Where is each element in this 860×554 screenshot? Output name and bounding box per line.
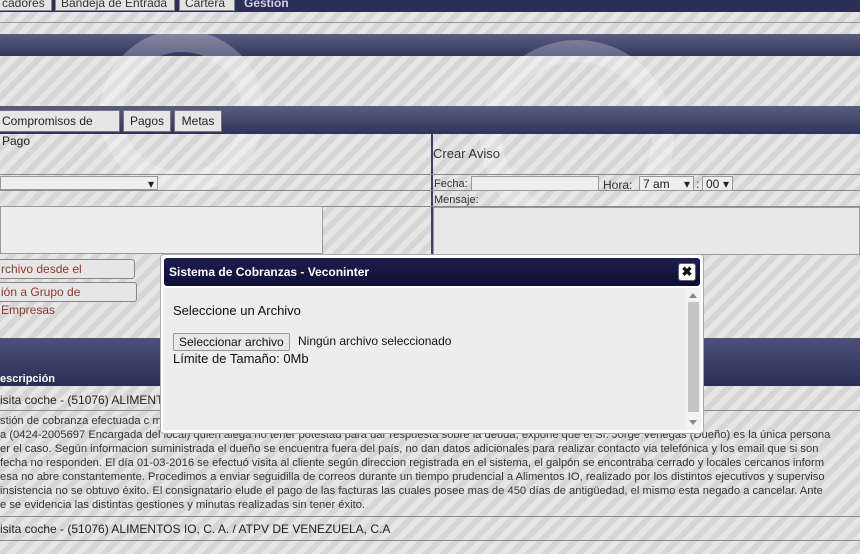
scroll-up-icon[interactable] (689, 293, 697, 298)
dialog-title: Sistema de Cobranzas - Veconinter (169, 265, 370, 279)
dialog-body: Seleccione un Archivo Seleccionar archiv… (163, 288, 686, 430)
close-button[interactable]: ✖ (678, 263, 696, 281)
close-icon: ✖ (681, 264, 693, 279)
dialog-heading: Seleccione un Archivo (173, 303, 301, 318)
select-file-button[interactable]: Seleccionar archivo (173, 333, 290, 351)
file-upload-dialog: Sistema de Cobranzas - Veconinter ✖ Sele… (160, 254, 704, 434)
file-status-text: Ningún archivo seleccionado (298, 334, 452, 348)
dialog-titlebar: Sistema de Cobranzas - Veconinter ✖ (164, 258, 700, 286)
scroll-down-icon[interactable] (689, 420, 697, 425)
dialog-scrollbar[interactable] (686, 288, 701, 430)
scroll-thumb[interactable] (688, 302, 699, 412)
size-limit-text: Límite de Tamaño: 0Mb (173, 351, 309, 366)
